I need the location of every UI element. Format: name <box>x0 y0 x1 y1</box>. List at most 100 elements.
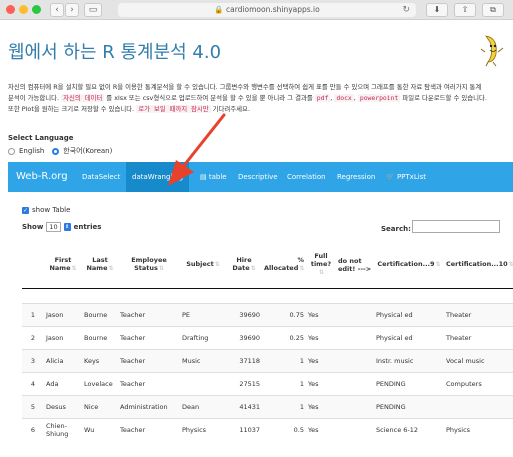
table-row[interactable]: 1 Jason Bourne Teacher PE 39690 0.75 Yes Physica… <box>22 302 513 326</box>
table-cell: 1 <box>262 371 306 395</box>
table-header-row: First Name⇅ Last Name⇅ Employee Status⇅ … <box>22 242 513 289</box>
table-cell: Jason <box>44 325 82 349</box>
table-cell: Theater <box>444 325 513 349</box>
table-cell <box>336 394 374 418</box>
table-cell: Jason <box>44 302 82 326</box>
table-cell: Physics <box>180 417 226 441</box>
close-window-button[interactable] <box>6 5 15 14</box>
tab-descriptive[interactable]: Descriptive <box>232 162 284 192</box>
col-header-hire-date[interactable]: Hire Date⇅ <box>226 242 262 289</box>
col-header-last-name[interactable]: Last Name⇅ <box>82 242 118 289</box>
radio-english-label[interactable]: English <box>19 147 44 155</box>
search-label: Search: <box>381 225 411 233</box>
table-cell: Ada <box>44 371 82 395</box>
table-cell: Teacher <box>118 417 180 441</box>
table-row[interactable]: 6 Chien-Shiung Wu Teacher Physics 11037 0.5 Yes… <box>22 417 513 441</box>
col-header-first-name[interactable]: First Name⇅ <box>44 242 82 289</box>
share-icon[interactable]: ⇧ <box>454 3 476 17</box>
table-row[interactable]: 2 Jason Bourne Teacher Drafting 39690 0.25 Yes P… <box>22 325 513 349</box>
table-cell: Drafting <box>180 325 226 349</box>
show-table-checkbox[interactable]: ✓ show Table <box>22 206 70 214</box>
table-cell <box>444 394 513 418</box>
forward-icon[interactable]: › <box>65 3 79 17</box>
back-icon[interactable]: ‹ <box>50 3 64 17</box>
col-header-allocated[interactable]: % Allocated⇅ <box>262 242 306 289</box>
table-cell: PENDING <box>374 394 444 418</box>
col-header-certification-9[interactable]: Certification...9⇅ <box>374 242 444 289</box>
table-cell: 37118 <box>226 348 262 372</box>
table-cell: Yes <box>306 302 336 326</box>
sort-icon: ⇅ <box>108 265 114 273</box>
table-cell: Teacher <box>118 371 180 395</box>
radio-korean[interactable] <box>52 147 60 155</box>
table-cell: 11037 <box>226 417 262 441</box>
table-cell: 0.75 <box>262 302 306 326</box>
col-header-do-not-edit[interactable]: do not edit! ---> <box>336 242 374 289</box>
table-cell: Lovelace <box>82 371 118 395</box>
url-text: cardiomoon.shinyapps.io <box>225 5 320 14</box>
table-cell: Yes <box>306 394 336 418</box>
table-cell: 1 <box>262 394 306 418</box>
download-icon[interactable]: ⬇ <box>426 3 448 17</box>
select-arrows-icon[interactable]: ⇕ <box>63 223 71 231</box>
table-cell: Physics <box>444 417 513 441</box>
navbar-brand[interactable]: Web-R.org <box>16 162 68 192</box>
table-cell: Instr. music <box>374 348 444 372</box>
table-row[interactable]: 3 Alicia Keys Teacher Music 37118 1 Yes Instr. m… <box>22 348 513 372</box>
page-size-control: Show 10 ⇕ entries <box>22 222 102 232</box>
tab-correlation[interactable]: Correlation <box>281 162 332 192</box>
row-index-cell: 1 <box>22 302 44 326</box>
table-cell: Wu <box>82 417 118 441</box>
table-cell: Keys <box>82 348 118 372</box>
table-cell: Yes <box>306 325 336 349</box>
table-cell: 27515 <box>226 371 262 395</box>
col-header-employee-status[interactable]: Employee Status⇅ <box>118 242 180 289</box>
table-cell: Teacher <box>118 325 180 349</box>
table-cell: PE <box>180 302 226 326</box>
table-cell: Yes <box>306 417 336 441</box>
sort-icon: ⇅ <box>158 265 164 273</box>
zoom-window-button[interactable] <box>32 5 41 14</box>
table-row[interactable]: 4 Ada Lovelace Teacher 27515 1 Yes PENDING Compu… <box>22 371 513 395</box>
sort-icon: ⇅ <box>250 265 256 273</box>
radio-english[interactable] <box>8 147 15 155</box>
row-index-cell: 2 <box>22 325 44 349</box>
sidebar-icon[interactable]: ▭ <box>84 3 102 17</box>
table-cell <box>336 417 374 441</box>
show-table-label[interactable]: show Table <box>32 206 70 214</box>
table-row[interactable]: 5 Desus Nice Administration Dean 41431 1 Yes PEN… <box>22 394 513 418</box>
table-cell: Bourne <box>82 325 118 349</box>
sort-icon: ⇅ <box>318 269 325 277</box>
search-input[interactable] <box>412 220 500 233</box>
page-size-select[interactable]: 10 <box>46 222 61 232</box>
data-table: First Name⇅ Last Name⇅ Employee Status⇅ … <box>22 242 513 441</box>
row-index-cell: 5 <box>22 394 44 418</box>
language-radio-group: English 한국어(Korean) <box>8 146 112 156</box>
table-cell: Music <box>180 348 226 372</box>
table-cell: 0.5 <box>262 417 306 441</box>
sort-icon: ⇅ <box>299 265 305 273</box>
table-cell: Chien-Shiung <box>44 417 82 441</box>
checkbox-checked-icon[interactable]: ✓ <box>22 206 29 214</box>
tab-pptxlist[interactable]: 🛒 PPTxList <box>380 162 432 192</box>
address-bar[interactable]: 🔒 cardiomoon.shinyapps.io ↻ <box>118 3 416 17</box>
table-cell: Physical ed <box>374 325 444 349</box>
sort-icon: ⇅ <box>508 261 513 269</box>
sort-icon: ⇅ <box>214 261 220 269</box>
radio-korean-label[interactable]: 한국어(Korean) <box>63 146 112 156</box>
table-cell: 0.25 <box>262 325 306 349</box>
tab-regression[interactable]: Regression <box>331 162 381 192</box>
col-header-index[interactable] <box>22 242 44 289</box>
col-header-certification-10[interactable]: Certification...10⇅ <box>444 242 513 289</box>
lock-icon: 🔒 <box>214 5 224 14</box>
table-cell <box>336 302 374 326</box>
col-header-full-time[interactable]: Full time?⇅ <box>306 242 336 289</box>
reload-icon[interactable]: ↻ <box>402 3 410 17</box>
col-header-subject[interactable]: Subject⇅ <box>180 242 226 289</box>
table-cell: 1 <box>262 348 306 372</box>
tabs-icon[interactable]: ⧉ <box>482 3 504 17</box>
tab-dataselect[interactable]: DataSelect <box>76 162 126 192</box>
minimize-window-button[interactable] <box>19 5 28 14</box>
row-index-cell: 3 <box>22 348 44 372</box>
table-cell <box>336 371 374 395</box>
